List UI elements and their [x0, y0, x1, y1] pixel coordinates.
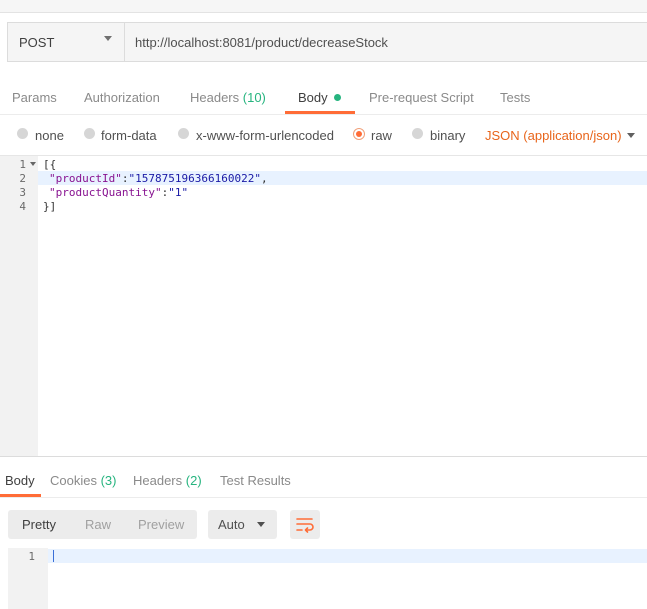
format-label: Auto — [218, 517, 245, 532]
code-token: "1" — [168, 186, 189, 199]
line-gutter: 1 — [8, 548, 48, 609]
radio-urlencoded-icon — [178, 128, 189, 139]
code-token: "productId" — [49, 172, 122, 185]
active-line-highlight — [8, 549, 647, 563]
tab-headers-count: (10) — [242, 90, 266, 105]
radio-form-data-label: form-data — [101, 128, 157, 143]
radio-urlencoded-label: x-www-form-urlencoded — [196, 128, 334, 143]
radio-raw-label: raw — [371, 128, 392, 143]
radio-none-icon — [17, 128, 28, 139]
response-tab-body[interactable]: Body — [5, 473, 35, 488]
radio-none-label: none — [35, 128, 64, 143]
response-tab-cookies-label: Cookies — [50, 473, 97, 488]
response-tab-headers-label: Headers — [133, 473, 183, 488]
response-tab-cookies[interactable]: Cookies (3) — [50, 473, 116, 488]
code-line-3: "productQuantity":"1" — [49, 186, 188, 199]
tab-authorization[interactable]: Authorization — [84, 90, 160, 105]
code-token: , — [260, 172, 268, 185]
line-gutter: 1 2 3 4 — [0, 156, 38, 456]
response-tab-cookies-count: (3) — [100, 473, 117, 488]
line-number: 3 — [19, 186, 26, 199]
wrap-lines-icon — [296, 518, 314, 533]
code-token: }] — [43, 200, 57, 213]
view-mode-segment: Pretty Raw Preview — [8, 510, 197, 539]
code-line-2: "productId":"157875196366160022", — [49, 172, 268, 185]
chevron-down-icon — [104, 36, 112, 41]
wrap-lines-button[interactable] — [290, 510, 320, 539]
view-raw-button[interactable]: Raw — [85, 517, 111, 532]
url-input[interactable]: http://localhost:8081/product/decreaseSt… — [135, 35, 388, 50]
tab-headers-label: Headers — [190, 90, 240, 105]
response-body-editor[interactable]: 1 — [8, 548, 647, 609]
divider — [0, 114, 647, 115]
view-preview-button[interactable]: Preview — [138, 517, 184, 532]
tab-tests[interactable]: Tests — [500, 90, 530, 105]
radio-raw-icon — [353, 128, 365, 140]
code-token: "productQuantity" — [49, 186, 162, 199]
modified-dot-icon — [333, 94, 341, 101]
tab-params[interactable]: Params — [12, 90, 57, 105]
method-label: POST — [19, 35, 55, 50]
radio-form-data-icon — [84, 128, 95, 139]
divider — [0, 497, 647, 498]
chevron-down-icon — [257, 522, 265, 527]
tab-headers[interactable]: Headers (10) — [190, 90, 266, 105]
code-line-4: }] — [43, 200, 56, 213]
pane-divider[interactable] — [0, 456, 647, 457]
tab-body-label: Body — [298, 90, 328, 105]
response-tab-test-results[interactable]: Test Results — [220, 473, 291, 488]
response-tab-headers[interactable]: Headers (2) — [133, 473, 202, 488]
chevron-down-icon — [627, 133, 635, 138]
radio-binary-label: binary — [430, 128, 466, 143]
code-token: "157875196366160022" — [128, 172, 261, 185]
line-number: 1 — [28, 550, 35, 563]
line-number: 4 — [19, 200, 26, 213]
line-number: 1 — [19, 158, 26, 171]
view-pretty-button[interactable]: Pretty — [22, 517, 56, 532]
fold-arrow-icon[interactable] — [30, 162, 36, 166]
text-cursor — [53, 550, 54, 562]
code-line-1: [{ — [43, 158, 56, 171]
line-number: 2 — [19, 172, 26, 185]
url-bar: POST http://localhost:8081/product/decre… — [7, 22, 647, 62]
method-select[interactable]: POST — [8, 23, 125, 61]
tab-body[interactable]: Body — [298, 90, 341, 105]
code-token: [{ — [43, 158, 57, 171]
tab-pre-request-script[interactable]: Pre-request Script — [369, 90, 474, 105]
top-strip — [0, 0, 647, 13]
radio-binary-icon — [412, 128, 423, 139]
request-tabs: Params Authorization Headers (10) Body P… — [0, 82, 647, 114]
format-select[interactable]: Auto — [208, 510, 277, 539]
response-tab-headers-count: (2) — [185, 473, 202, 488]
content-type-label: JSON (application/json) — [485, 128, 622, 143]
request-body-editor[interactable]: 1 2 3 4 [{ "productId":"1578751963661600… — [0, 155, 647, 456]
